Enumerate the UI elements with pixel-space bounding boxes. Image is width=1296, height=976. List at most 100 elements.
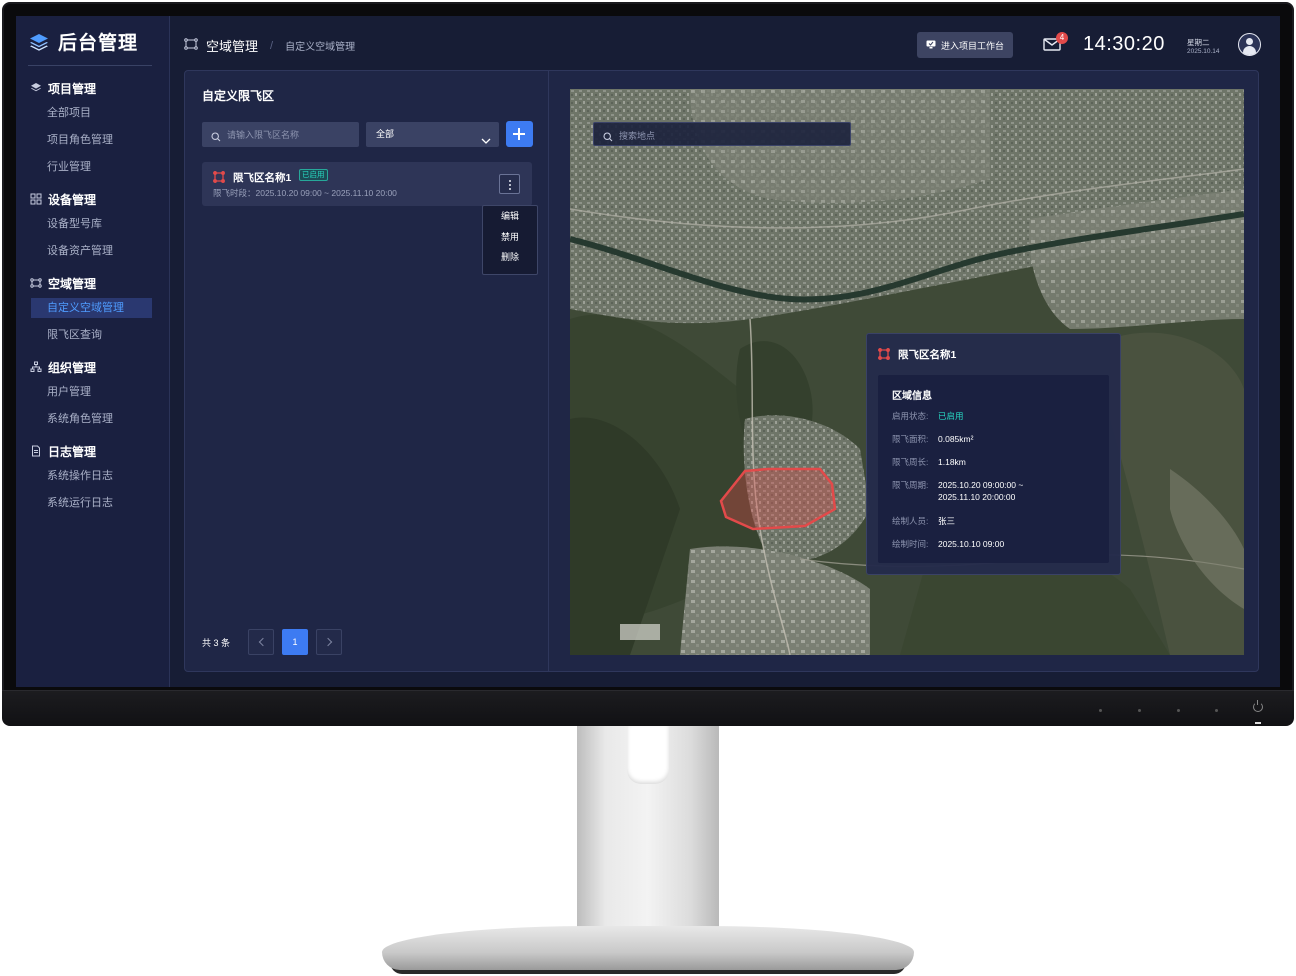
user-icon: [1246, 38, 1253, 45]
avatar[interactable]: [1238, 33, 1261, 56]
section-title: 区域信息: [892, 391, 932, 402]
nav-group-org: 组织管理 用户管理 系统角色管理: [16, 355, 170, 433]
enter-workbench-label: 进入项目工作台: [941, 40, 1005, 51]
info-value: 张三: [938, 516, 956, 526]
map-search-placeholder: 搜索地点: [619, 131, 656, 141]
info-value: 0.085km²: [938, 434, 974, 444]
enter-workbench-button[interactable]: 进入项目工作台: [917, 32, 1014, 58]
nav-group-device: 设备管理 设备型号库 设备资产管理: [16, 187, 170, 265]
sidebar-item-operation-log[interactable]: 系统操作日志: [16, 463, 170, 490]
info-key: 绘制人员:: [892, 516, 929, 526]
sidebar-item-nofly-query[interactable]: 限飞区查询: [16, 322, 170, 349]
more-options-button[interactable]: [499, 174, 520, 194]
chevron-right-icon: [323, 637, 333, 647]
period-end: 2025.11.10 20:00:00: [938, 492, 1016, 502]
sidebar: 后台管理 项目管理 全部项目 项目角色管理 行业管理 设备管理 设备型号库 设备…: [16, 16, 170, 687]
document-icon: [30, 445, 42, 457]
search-icon: [603, 129, 613, 142]
search-icon: [211, 129, 221, 142]
nav-group-label: 项目管理: [48, 81, 97, 96]
info-row-period: 限飞周期: 2025.10.20 09:00:00 ~ 2025.11.10 2…: [892, 479, 1023, 503]
zone-name: 限飞区名称1: [233, 172, 292, 184]
nofly-list-pane: 自定义限飞区 全部 限飞区名称1 已启用 限飞时段：2025.10.20 09:…: [185, 71, 549, 671]
sidebar-item-device-assets[interactable]: 设备资产管理: [16, 238, 170, 265]
more-icon-dot: [509, 188, 511, 190]
weekday: 星期二: [1187, 38, 1210, 47]
mail-badge: 4: [1056, 32, 1068, 44]
info-row-status: 启用状态: 已启用: [892, 410, 964, 422]
map-view[interactable]: 搜索地点 限飞区名称1 区域信息 启用状态: 已启用 限飞面积: 0.085km…: [570, 89, 1244, 655]
info-row-perimeter: 限飞周长: 1.18km: [892, 456, 966, 468]
map-search-input[interactable]: 搜索地点: [593, 122, 851, 146]
sidebar-item-system-roles[interactable]: 系统角色管理: [16, 406, 170, 433]
nav-head-project[interactable]: 项目管理: [16, 76, 170, 100]
topbar: 空域管理 / 自定义空域管理 进入项目工作台 4 14:30:20 星期二 20…: [170, 16, 1280, 72]
info-key: 绘制时间:: [892, 539, 929, 549]
menu-item-edit[interactable]: 编辑: [483, 207, 537, 227]
status-badge: 已启用: [299, 169, 328, 181]
nav-group-label: 组织管理: [48, 360, 97, 375]
monitor-button: [1099, 709, 1102, 712]
nofly-zone-icon: [878, 347, 890, 360]
grid-icon: [30, 193, 42, 205]
zone-time-range: 限飞时段：2025.10.20 09:00 ~ 2025.11.10 20:00: [213, 188, 397, 198]
nav-group-airspace: 空域管理 自定义空域管理 限飞区查询: [16, 271, 170, 349]
more-icon-dot: [509, 184, 511, 186]
prev-page-button[interactable]: [248, 629, 275, 655]
sidebar-item-all-projects[interactable]: 全部项目: [16, 100, 170, 127]
airspace-icon: [184, 37, 198, 55]
layers-logo-icon: [28, 31, 50, 53]
sidebar-item-custom-airspace[interactable]: 自定义空域管理: [31, 298, 152, 318]
airspace-icon: [30, 277, 42, 289]
add-zone-button[interactable]: [506, 121, 533, 147]
breadcrumb: 空域管理 / 自定义空域管理: [184, 36, 355, 55]
total-count: 共 3 条: [202, 637, 231, 648]
nav-head-org[interactable]: 组织管理: [16, 355, 170, 379]
nofly-zone-icon: [213, 170, 225, 183]
breadcrumb-separator: /: [270, 39, 274, 52]
list-item[interactable]: 限飞区名称1 已启用 限飞时段：2025.10.20 09:00 ~ 2025.…: [202, 162, 532, 206]
sidebar-item-users[interactable]: 用户管理: [16, 379, 170, 406]
brand[interactable]: 后台管理: [28, 28, 138, 55]
monitor-stand-base: [382, 926, 914, 970]
chevron-down-icon: [481, 130, 491, 144]
nav-head-log[interactable]: 日志管理: [16, 439, 170, 463]
menu-item-delete[interactable]: 删除: [483, 248, 537, 268]
sidebar-item-project-roles[interactable]: 项目角色管理: [16, 127, 170, 154]
clock: 14:30:20: [1083, 33, 1165, 55]
org-icon: [30, 361, 42, 373]
monitor-icon: [926, 40, 936, 51]
more-icon-dot: [509, 180, 511, 182]
info-value: 1.18km: [938, 457, 966, 467]
power-icon: [1253, 700, 1263, 712]
divider: [28, 65, 152, 66]
sidebar-item-runtime-log[interactable]: 系统运行日志: [16, 490, 170, 517]
next-page-button[interactable]: [316, 629, 343, 655]
screen: 后台管理 项目管理 全部项目 项目角色管理 行业管理 设备管理 设备型号库 设备…: [16, 16, 1280, 687]
nav-head-airspace[interactable]: 空域管理: [16, 271, 170, 295]
menu-item-disable[interactable]: 禁用: [483, 228, 537, 248]
breadcrumb-current: 自定义空域管理: [285, 42, 356, 53]
power-led: [1255, 722, 1261, 724]
sidebar-item-device-models[interactable]: 设备型号库: [16, 211, 170, 238]
status-filter-select[interactable]: 全部: [366, 122, 499, 147]
zone-info-popup: 限飞区名称1 区域信息 启用状态: 已启用 限飞面积: 0.085km² 限飞周…: [866, 333, 1121, 575]
info-value: 已启用: [938, 411, 964, 421]
user-icon-body: [1243, 46, 1256, 55]
sidebar-item-industry[interactable]: 行业管理: [16, 154, 170, 181]
nav-group-label: 空域管理: [48, 276, 97, 291]
monitor-button: [1138, 709, 1141, 712]
breadcrumb-parent[interactable]: 空域管理: [206, 36, 258, 55]
info-key: 限飞周期:: [892, 480, 929, 490]
pagination: 共 3 条 1: [202, 629, 343, 655]
nav-head-device[interactable]: 设备管理: [16, 187, 170, 211]
status-filter-value: 全部: [376, 129, 395, 139]
page-button[interactable]: 1: [282, 629, 309, 655]
nav-group-project: 项目管理 全部项目 项目角色管理 行业管理: [16, 76, 170, 181]
popup-title: 限飞区名称1: [898, 349, 957, 361]
monitor-button: [1177, 709, 1180, 712]
chevron-left-icon: [258, 637, 268, 647]
nav-group-log: 日志管理 系统操作日志 系统运行日志: [16, 439, 170, 517]
cable-hole: [627, 726, 669, 784]
nofly-search-input[interactable]: [202, 122, 359, 147]
